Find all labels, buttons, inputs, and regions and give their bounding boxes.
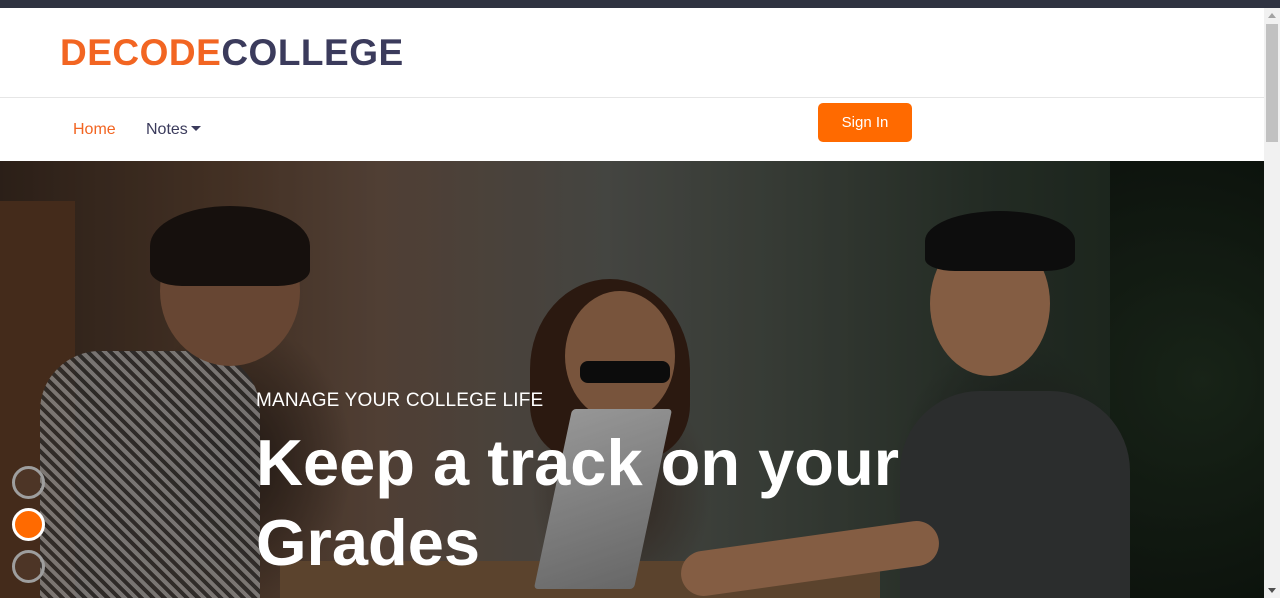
hero-title: Keep a track on your Grades: [256, 426, 899, 579]
hero-photo-person-right-head: [930, 231, 1050, 376]
logo-text-college: COLLEGE: [221, 32, 404, 73]
hero-photo-window: [0, 201, 75, 598]
hero-carousel: MANAGE YOUR COLLEGE LIFE Keep a track on…: [0, 161, 1264, 598]
page: DECODECOLLEGE Home Notes Sign In MANAGE …: [0, 8, 1264, 598]
scrollbar-thumb[interactable]: [1266, 24, 1278, 142]
browser-top-strip: [0, 0, 1280, 8]
carousel-indicator-1[interactable]: [12, 466, 45, 499]
page-scrollbar[interactable]: [1264, 8, 1280, 598]
brand-header: DECODECOLLEGE: [0, 8, 1264, 98]
carousel-indicator-2-active[interactable]: [12, 508, 45, 541]
nav-item-notes-label: Notes: [146, 121, 188, 138]
scroll-down-arrow-icon[interactable]: [1264, 582, 1280, 598]
hero-subtitle: MANAGE YOUR COLLEGE LIFE: [256, 390, 544, 411]
hero-photo-person-center-head: [565, 291, 675, 421]
hero-photo-person-left-hair: [150, 206, 310, 286]
caret-down-icon: [190, 126, 201, 131]
nav-item-home[interactable]: Home: [73, 120, 116, 140]
scroll-up-arrow-icon[interactable]: [1264, 8, 1280, 24]
hero-photo-person-right-hair: [925, 211, 1075, 271]
site-logo[interactable]: DECODECOLLEGE: [60, 31, 404, 75]
carousel-indicator-3[interactable]: [12, 550, 45, 583]
hero-photo-person-left-head: [160, 216, 300, 366]
sign-in-button[interactable]: Sign In: [818, 103, 912, 142]
logo-text-decode: DECODE: [60, 32, 222, 73]
main-nav: Home Notes: [0, 99, 1264, 161]
hero-photo-person-left: [40, 351, 260, 598]
hero-photo-plant: [1110, 161, 1264, 598]
hero-photo-sunglasses: [580, 361, 670, 383]
nav-item-notes[interactable]: Notes: [146, 120, 201, 140]
